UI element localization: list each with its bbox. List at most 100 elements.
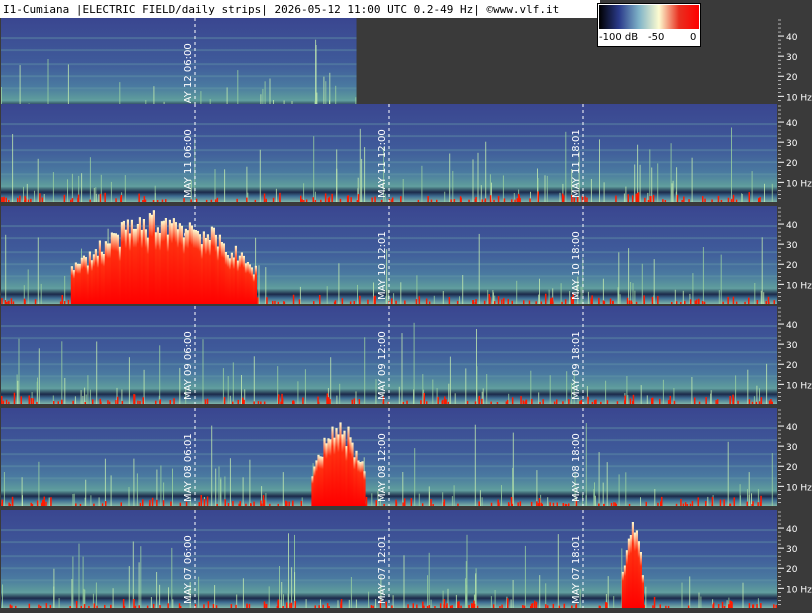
hot-mark bbox=[759, 502, 762, 506]
hot-mark bbox=[651, 296, 654, 304]
spike bbox=[720, 254, 722, 304]
spike bbox=[539, 575, 541, 608]
hot-mark bbox=[657, 502, 659, 506]
spike bbox=[472, 159, 474, 202]
freq-tick-label: 30 bbox=[786, 53, 798, 63]
spike bbox=[98, 194, 100, 202]
hot-mark bbox=[57, 401, 59, 404]
spike bbox=[287, 593, 289, 608]
hot-mark bbox=[92, 399, 94, 404]
hot-mark bbox=[715, 400, 717, 404]
hot-mark bbox=[416, 604, 418, 608]
spike bbox=[38, 461, 40, 506]
event-column bbox=[222, 243, 225, 304]
spike bbox=[52, 172, 54, 202]
freq-tick-label: 30 bbox=[786, 443, 798, 453]
hot-mark bbox=[571, 605, 573, 608]
hot-mark bbox=[457, 503, 459, 506]
hot-mark bbox=[223, 397, 226, 404]
spike bbox=[259, 149, 261, 202]
hot-mark bbox=[475, 299, 477, 304]
hot-mark bbox=[314, 605, 316, 608]
spike bbox=[672, 180, 674, 202]
hot-mark bbox=[703, 301, 706, 304]
spike bbox=[462, 275, 464, 304]
event-column bbox=[78, 263, 81, 304]
spike bbox=[560, 283, 562, 304]
spike bbox=[557, 534, 559, 608]
event-column bbox=[196, 230, 199, 304]
hot-mark bbox=[67, 299, 70, 304]
hot-mark bbox=[152, 603, 155, 608]
chart-title: I1-Cumiana |ELECTRIC FIELD/daily strips|… bbox=[3, 3, 560, 16]
spike bbox=[258, 265, 260, 304]
hot-mark bbox=[562, 401, 564, 404]
hot-mark bbox=[501, 299, 503, 304]
spike bbox=[3, 472, 5, 506]
spike bbox=[674, 289, 676, 304]
spike bbox=[670, 143, 672, 202]
hot-mark bbox=[586, 197, 588, 202]
hot-mark bbox=[9, 503, 12, 506]
strip-may-11: MAY 11 06:00 MAY 11 12:00 MAY 11 18:01 40 30… bbox=[1, 104, 812, 202]
spike bbox=[34, 190, 35, 202]
colorbar-label-max: 0 bbox=[690, 32, 697, 43]
event-column bbox=[120, 222, 123, 304]
hot-mark bbox=[391, 298, 393, 304]
hot-mark bbox=[729, 396, 731, 404]
spike bbox=[763, 292, 765, 304]
hot-mark bbox=[474, 401, 477, 404]
event-column bbox=[329, 439, 332, 506]
hot-mark bbox=[484, 198, 487, 202]
spike bbox=[124, 175, 126, 202]
event-column bbox=[204, 238, 207, 304]
spike bbox=[338, 263, 340, 304]
hot-mark bbox=[731, 198, 733, 202]
spike bbox=[623, 193, 625, 202]
hot-mark bbox=[643, 301, 645, 304]
hot-mark bbox=[49, 604, 52, 608]
hot-mark bbox=[139, 502, 142, 506]
hot-mark bbox=[41, 197, 44, 202]
event-column bbox=[148, 213, 151, 304]
event-column bbox=[126, 219, 129, 304]
hot-mark bbox=[441, 400, 443, 404]
spike bbox=[355, 391, 357, 404]
hot-mark bbox=[547, 605, 549, 608]
hot-mark bbox=[277, 503, 279, 506]
spike bbox=[485, 141, 487, 202]
event-column bbox=[331, 426, 334, 506]
event-column bbox=[323, 437, 326, 506]
hot-mark bbox=[232, 501, 234, 506]
hot-mark bbox=[505, 401, 508, 404]
hot-mark bbox=[473, 600, 475, 608]
spike bbox=[140, 546, 142, 608]
hot-mark bbox=[314, 199, 317, 202]
spike bbox=[401, 333, 403, 404]
hot-mark bbox=[704, 198, 706, 202]
hot-mark bbox=[406, 400, 408, 404]
strip-may-07: MAY 07 06:00 MAY 07 12:01 MAY 07 18:01 40 30… bbox=[1, 510, 812, 608]
hot-mark bbox=[712, 604, 714, 608]
hot-mark bbox=[286, 602, 288, 608]
spike bbox=[336, 395, 338, 404]
hot-mark bbox=[481, 199, 483, 202]
hot-mark bbox=[36, 401, 38, 404]
event-column bbox=[220, 242, 223, 304]
hot-mark bbox=[698, 299, 700, 304]
hot-mark bbox=[159, 400, 161, 404]
hot-mark bbox=[99, 193, 102, 202]
spike bbox=[689, 576, 691, 608]
hot-mark bbox=[684, 300, 686, 304]
hot-mark bbox=[253, 501, 255, 506]
hot-mark bbox=[20, 396, 22, 404]
hot-mark bbox=[326, 393, 329, 404]
hour-marker-label: MAY 12 06:00 bbox=[183, 43, 194, 112]
event-column bbox=[244, 263, 247, 304]
hot-mark bbox=[351, 399, 353, 404]
spike bbox=[339, 383, 341, 404]
spike bbox=[549, 375, 551, 404]
spike bbox=[268, 586, 270, 608]
spike bbox=[524, 545, 526, 608]
hot-mark bbox=[301, 199, 303, 202]
